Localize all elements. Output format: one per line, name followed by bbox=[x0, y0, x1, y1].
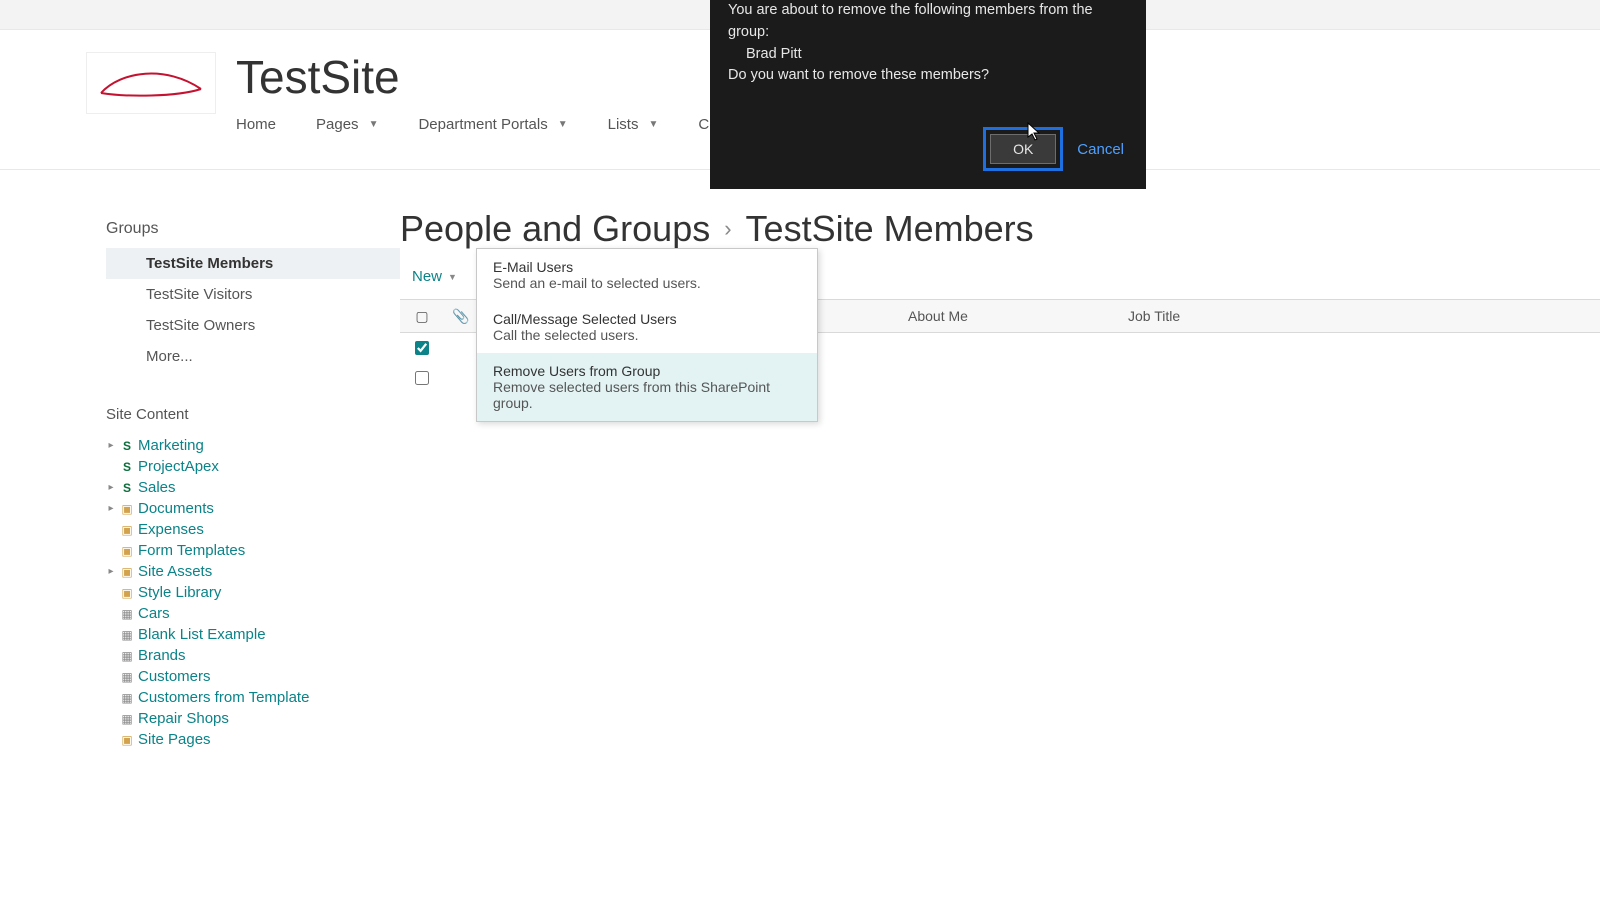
subsite-icon: S bbox=[120, 460, 134, 474]
chevron-down-icon: ▼ bbox=[558, 119, 568, 130]
tree-node-repair-shops[interactable]: ▦Repair Shops bbox=[106, 708, 400, 729]
site-logo[interactable] bbox=[86, 52, 216, 114]
groups-list: TestSite Members TestSite Visitors TestS… bbox=[106, 248, 400, 372]
chevron-down-icon: ▼ bbox=[369, 119, 379, 130]
row-checkbox[interactable] bbox=[415, 341, 429, 355]
breadcrumb-current: TestSite Members bbox=[746, 208, 1034, 250]
action-call-users[interactable]: Call/Message Selected Users Call the sel… bbox=[477, 301, 817, 353]
breadcrumb-separator-icon: › bbox=[724, 216, 731, 242]
subsite-icon: S bbox=[120, 481, 134, 495]
expand-icon[interactable]: ▸ bbox=[106, 440, 116, 451]
library-icon: ▣ bbox=[120, 544, 134, 558]
tree-node-marketing[interactable]: ▸SMarketing bbox=[106, 435, 400, 456]
dialog-line2: Do you want to remove these members? bbox=[728, 65, 1128, 87]
cancel-button[interactable]: Cancel bbox=[1073, 135, 1128, 164]
actions-dropdown: E-Mail Users Send an e-mail to selected … bbox=[476, 248, 818, 422]
select-column-icon[interactable]: ▢ bbox=[415, 308, 428, 325]
nav-department-portals[interactable]: Department Portals▼ bbox=[410, 112, 575, 137]
expand-icon[interactable]: ▸ bbox=[106, 503, 116, 514]
nav-home[interactable]: Home bbox=[236, 112, 284, 137]
confirm-remove-dialog: You are about to remove the following me… bbox=[710, 0, 1146, 189]
ok-button-focus-ring: OK bbox=[983, 127, 1063, 171]
tree-node-brands[interactable]: ▦Brands bbox=[106, 645, 400, 666]
tree-node-sales[interactable]: ▸SSales bbox=[106, 477, 400, 498]
column-job-title[interactable]: Job Title bbox=[1128, 308, 1180, 324]
tree-node-style-library[interactable]: ▣Style Library bbox=[106, 582, 400, 603]
tree-node-cars[interactable]: ▦Cars bbox=[106, 603, 400, 624]
library-icon: ▣ bbox=[120, 565, 134, 579]
library-icon: ▣ bbox=[120, 733, 134, 747]
list-icon: ▦ bbox=[120, 691, 134, 705]
library-icon: ▣ bbox=[120, 502, 134, 516]
ok-button[interactable]: OK bbox=[990, 134, 1056, 164]
action-email-users[interactable]: E-Mail Users Send an e-mail to selected … bbox=[477, 249, 817, 301]
page-heading: People and Groups › TestSite Members bbox=[400, 208, 1600, 250]
group-testsite-visitors[interactable]: TestSite Visitors bbox=[106, 279, 400, 310]
subsite-icon: S bbox=[120, 439, 134, 453]
tree-node-expenses[interactable]: ▣Expenses bbox=[106, 519, 400, 540]
attachment-icon: 📎 bbox=[452, 308, 469, 325]
tree-node-site-pages[interactable]: ▣Site Pages bbox=[106, 729, 400, 750]
list-icon: ▦ bbox=[120, 670, 134, 684]
group-testsite-members[interactable]: TestSite Members bbox=[106, 248, 400, 279]
tree-node-site-assets[interactable]: ▸▣Site Assets bbox=[106, 561, 400, 582]
dialog-message: You are about to remove the following me… bbox=[728, 0, 1128, 87]
tree-node-customers-template[interactable]: ▦Customers from Template bbox=[106, 687, 400, 708]
dialog-member: Brad Pitt bbox=[728, 44, 1128, 66]
expand-icon[interactable]: ▸ bbox=[106, 566, 116, 577]
left-sidebar: Groups TestSite Members TestSite Visitor… bbox=[0, 170, 400, 750]
tree-node-documents[interactable]: ▸▣Documents bbox=[106, 498, 400, 519]
group-more[interactable]: More... bbox=[106, 341, 400, 372]
chevron-down-icon: ▼ bbox=[648, 119, 658, 130]
dialog-line1: You are about to remove the following me… bbox=[728, 0, 1128, 44]
tree-node-form-templates[interactable]: ▣Form Templates bbox=[106, 540, 400, 561]
breadcrumb-root[interactable]: People and Groups bbox=[400, 208, 710, 250]
car-logo-icon bbox=[96, 63, 206, 103]
group-testsite-owners[interactable]: TestSite Owners bbox=[106, 310, 400, 341]
nav-lists[interactable]: Lists▼ bbox=[600, 112, 667, 137]
row-checkbox[interactable] bbox=[415, 371, 429, 385]
library-icon: ▣ bbox=[120, 523, 134, 537]
site-content-heading: Site Content bbox=[106, 406, 400, 423]
tree-node-projectapex[interactable]: SProjectApex bbox=[106, 456, 400, 477]
site-content-tree: ▸SMarketing SProjectApex ▸SSales ▸▣Docum… bbox=[106, 435, 400, 750]
nav-pages[interactable]: Pages▼ bbox=[308, 112, 386, 137]
groups-heading: Groups bbox=[106, 220, 400, 238]
tree-node-blank-list[interactable]: ▦Blank List Example bbox=[106, 624, 400, 645]
list-icon: ▦ bbox=[120, 628, 134, 642]
main-content: People and Groups › TestSite Members New… bbox=[400, 170, 1600, 750]
tree-node-customers[interactable]: ▦Customers bbox=[106, 666, 400, 687]
action-remove-users[interactable]: Remove Users from Group Remove selected … bbox=[477, 353, 817, 421]
expand-icon[interactable]: ▸ bbox=[106, 482, 116, 493]
list-icon: ▦ bbox=[120, 607, 134, 621]
column-about-me[interactable]: About Me bbox=[908, 308, 968, 324]
list-icon: ▦ bbox=[120, 649, 134, 663]
chevron-down-icon: ▼ bbox=[448, 272, 457, 282]
library-icon: ▣ bbox=[120, 586, 134, 600]
toolbar-new[interactable]: New▼ bbox=[412, 268, 457, 285]
list-icon: ▦ bbox=[120, 712, 134, 726]
site-title[interactable]: TestSite bbox=[236, 50, 400, 104]
